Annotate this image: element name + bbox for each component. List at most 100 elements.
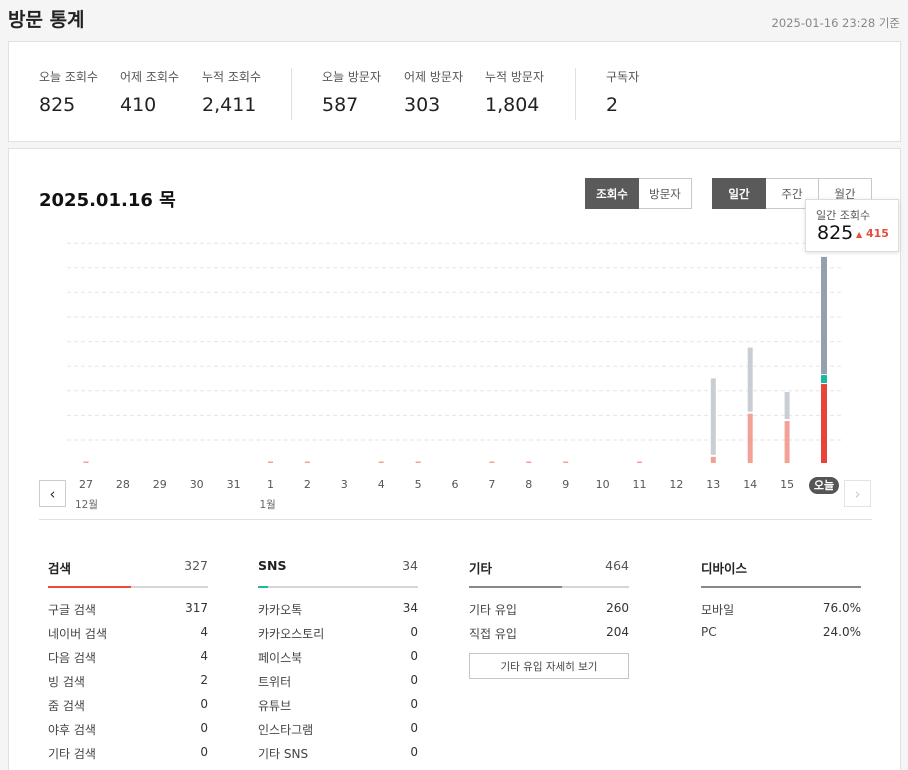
stat-label: 구독자 <box>606 70 640 84</box>
sns-row: 인스타그램 0 <box>258 721 418 745</box>
stat-value: 1,804 <box>485 94 540 116</box>
bar-segment-red[interactable] <box>304 461 310 464</box>
stat-value: 825 <box>39 94 76 116</box>
sns-count: 34 <box>402 558 418 573</box>
row-label: 구글 검색 <box>48 603 96 617</box>
x-tick-label: 13 <box>706 478 721 491</box>
row-label: 줌 검색 <box>48 699 85 713</box>
x-tick-label: 30 <box>189 478 204 491</box>
x-tick-label: 1 <box>267 478 274 491</box>
tooltip-value: 825 <box>817 222 854 244</box>
bar-segment-red[interactable] <box>415 461 421 464</box>
daily-views-chart <box>67 242 841 464</box>
row-label: 유튜브 <box>258 699 292 713</box>
sns-row: 카카오스토리 0 <box>258 625 418 649</box>
search-breakdown: 검색 327 구글 검색 317 네이버 검색 4 다음 검색 4 빙 검색 2 줌 검색 0 야후 … <box>48 558 208 769</box>
triangle-up-icon: ▲ <box>856 230 863 239</box>
other-row: 직접 유입 204 <box>469 625 629 649</box>
chart-tooltip: 일간 조회수 825 ▲ 415 <box>805 199 899 252</box>
bar-segment-gray[interactable] <box>710 378 716 455</box>
search-row: 빙 검색 2 <box>48 673 208 697</box>
row-value: 0 <box>200 745 208 759</box>
search-row: 다음 검색 4 <box>48 649 208 673</box>
bar-segment-red[interactable] <box>784 421 790 463</box>
summary-panel: 오늘 조회수 825 어제 조회수 410 누적 조회수 2,411 오늘 방문… <box>8 41 901 142</box>
x-tick-label: 14 <box>743 478 758 491</box>
bar-segment-red[interactable] <box>268 461 273 464</box>
stat-value: 2 <box>606 94 619 116</box>
tooltip-diff-value: 415 <box>866 227 889 240</box>
bar-segment-gray[interactable] <box>784 391 790 420</box>
search-row: 야후 검색 0 <box>48 721 208 745</box>
stat-yesterday-visitors: 어제 방문자 303 <box>404 68 463 116</box>
row-label: 카카오스토리 <box>258 627 325 641</box>
stat-label: 어제 방문자 <box>404 70 464 84</box>
row-value: 317 <box>185 601 208 615</box>
row-value: 0 <box>200 721 208 735</box>
other-detail-button[interactable]: 기타 유입 자세히 보기 <box>469 653 629 679</box>
row-label: 기타 검색 <box>48 747 96 761</box>
device-bar <box>701 586 861 588</box>
stat-value: 587 <box>322 94 359 116</box>
x-tick-label: 27 <box>79 478 93 491</box>
sns-bar-fill <box>258 586 268 588</box>
bar-segment-red[interactable] <box>821 384 827 463</box>
bar-segment-gray[interactable] <box>747 347 753 412</box>
search-bar <box>48 586 208 588</box>
bar-segment-gray[interactable] <box>821 256 827 375</box>
sns-breakdown: SNS 34 카카오톡 34 카카오스토리 0 페이스북 0 트위터 0 유튜브 0 인스타그램 0 기타… <box>258 558 418 769</box>
bar-segment-red[interactable] <box>637 461 642 464</box>
basis-timestamp: 2025-01-16 23:28 기준 <box>771 16 900 30</box>
chevron-right-icon: › <box>854 484 861 503</box>
bar-segment-red[interactable] <box>378 461 384 464</box>
row-value: 24.0% <box>822 625 861 639</box>
chart-next-button[interactable]: › <box>844 480 871 507</box>
bar-segment-red[interactable] <box>526 461 532 464</box>
bar-segment-red[interactable] <box>83 461 89 464</box>
chart-prev-button[interactable]: ‹ <box>39 480 66 507</box>
chevron-left-icon: ‹ <box>49 484 56 503</box>
x-tick-label: 6 <box>451 478 459 491</box>
row-label: 모바일 <box>701 603 735 617</box>
x-tick-label: 8 <box>525 478 533 491</box>
row-value: 2 <box>200 673 208 687</box>
stat-total-visitors: 누적 방문자 1,804 <box>485 68 544 116</box>
x-tick-label: 11 <box>632 478 647 491</box>
device-bar-fill <box>701 586 861 588</box>
stat-label: 누적 방문자 <box>485 70 545 84</box>
x-tick-label-today: 오늘 <box>809 477 839 494</box>
search-row: 기타 검색 0 <box>48 745 208 769</box>
stat-label: 누적 조회수 <box>202 70 262 84</box>
month-label: 1월 <box>259 499 276 511</box>
device-row: 모바일 76.0% <box>701 601 861 625</box>
x-tick-label: 31 <box>226 478 241 491</box>
sns-row: 카카오톡 34 <box>258 601 418 625</box>
search-row: 구글 검색 317 <box>48 601 208 625</box>
sns-bar <box>258 586 418 588</box>
search-row: 줌 검색 0 <box>48 697 208 721</box>
other-row: 기타 유입 260 <box>469 601 629 625</box>
bar-segment-red[interactable] <box>489 461 495 464</box>
page-title: 방문 통계 <box>8 9 85 31</box>
bar-segment-teal[interactable] <box>821 375 827 384</box>
bar-segment-red[interactable] <box>747 413 753 463</box>
sns-row: 기타 SNS 0 <box>258 745 418 769</box>
search-title: 검색 <box>48 561 72 576</box>
x-tick-label: 9 <box>562 478 570 491</box>
stat-label: 오늘 조회수 <box>39 70 99 84</box>
divider <box>39 519 872 520</box>
stat-today-views: 오늘 조회수 825 <box>39 68 98 116</box>
bar-segment-red[interactable] <box>710 456 716 463</box>
row-label: PC <box>701 625 717 639</box>
bar-segment-red[interactable] <box>563 461 569 464</box>
month-label: 12월 <box>75 499 99 511</box>
row-value: 76.0% <box>822 601 861 615</box>
search-row: 네이버 검색 4 <box>48 625 208 649</box>
tooltip-diff: ▲ 415 <box>856 227 889 240</box>
chart-panel: 2025.01.16 목 조회수 방문자 일간 주간 월간 일간 조회수 825… <box>8 148 901 770</box>
stat-value: 2,411 <box>202 94 257 116</box>
x-tick-label: 10 <box>595 478 610 491</box>
row-value: 4 <box>200 649 208 663</box>
search-bar-fill <box>48 586 132 588</box>
x-tick-label: 4 <box>377 478 385 491</box>
